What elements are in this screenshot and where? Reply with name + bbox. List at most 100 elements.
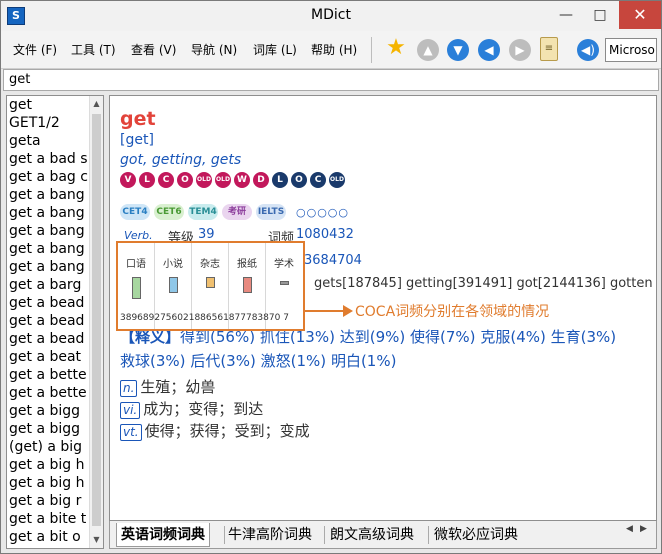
definition-percent: (1%) (360, 352, 397, 370)
coca-caption: COCA词频分别在各领域的情况 (355, 301, 550, 321)
dictionary-badge[interactable]: OLD (196, 172, 212, 188)
definition-word[interactable]: 后代 (190, 352, 220, 370)
arrow-up-gray-icon[interactable]: ▲ (417, 39, 439, 61)
tab-divider (428, 526, 429, 544)
dictionary-badge[interactable]: OLD (215, 172, 231, 188)
dictionary-badge[interactable]: C (310, 172, 326, 188)
word-list-scrollbar[interactable]: ▲ ▼ (89, 96, 103, 548)
definition-word[interactable]: 达到 (340, 328, 370, 346)
maximize-icon[interactable]: □ (583, 1, 617, 29)
coca-domain-bar (132, 277, 141, 299)
exam-tag: CET6 (154, 204, 184, 220)
tab-next-icon[interactable]: ▶ (640, 524, 647, 534)
tab-divider (324, 526, 325, 544)
definition-word[interactable]: 救球 (120, 352, 150, 370)
coca-domain-label: 口语 (126, 259, 146, 270)
pos-tag: vt. (120, 424, 142, 441)
toolbar-separator (371, 37, 372, 63)
frequency-value: 1080432 (296, 227, 354, 242)
exam-tag: IELTS (256, 204, 286, 220)
rank-value: 39 (198, 227, 215, 242)
dictionary-badge[interactable]: C (158, 172, 174, 188)
mdict-window: S MDict — □ ✕ 文件 (F) 工具 (T) 查看 (V) 导航 (N… (0, 0, 662, 554)
dictionary-badge[interactable]: W (234, 172, 250, 188)
coca-domain-bar (169, 277, 178, 293)
definition-word[interactable]: 生育 (551, 328, 581, 346)
coca-domain-bar (206, 277, 215, 288)
dictionary-badge[interactable]: O (177, 172, 193, 188)
dictionary-badge[interactable]: L (139, 172, 155, 188)
definition-word[interactable]: 激怒 (261, 352, 291, 370)
arrow-down-icon[interactable]: ▼ (447, 39, 469, 61)
dictionary-tabs: 英语词频词典 牛津高阶词典 朗文高级词典 微软必应词典 ◀ ▶ (109, 521, 657, 549)
coca-number-row: 3896892756021886561877783870 7 (120, 313, 289, 323)
speaker-icon[interactable]: ◀) (577, 39, 599, 61)
secondary-frequency: 3684704 (304, 253, 362, 268)
definition-percent: (3%) (150, 352, 186, 370)
exam-tag: 考研 (222, 204, 252, 220)
dictionary-badge[interactable]: V (120, 172, 136, 188)
sense-text: 生殖；幼兽 (140, 378, 216, 396)
menu-help[interactable]: 帮助 (H) (311, 41, 357, 58)
menu-library[interactable]: 词库 (L) (253, 41, 297, 58)
dictionary-badge[interactable]: L (272, 172, 288, 188)
clipboard-icon[interactable]: ≡ (540, 37, 558, 61)
tab-frequency-dict[interactable]: 英语词频词典 (116, 523, 210, 547)
coca-domain-label: 杂志 (200, 259, 220, 270)
coca-domain-chart: 口语 小说 杂志 报纸 学术 3896892756021886561877783870 7 (116, 241, 305, 331)
minimize-icon[interactable]: — (549, 1, 583, 29)
pos-tag: vi. (120, 402, 141, 419)
star-rating: ○○○○○ (296, 206, 349, 219)
menu-view[interactable]: 查看 (V) (131, 41, 176, 58)
scroll-thumb[interactable] (92, 114, 101, 526)
definition-word[interactable]: 克服 (480, 328, 510, 346)
menu-bar: 文件 (F) 工具 (T) 查看 (V) 导航 (N) 词库 (L) 帮助 (H… (1, 31, 661, 69)
coca-domain-label: 小说 (163, 259, 183, 270)
sense-text: 成为；变得；到达 (143, 400, 264, 418)
coca-arrow-head (343, 305, 353, 317)
arrow-left-icon[interactable]: ◀ (478, 39, 500, 61)
coca-domain-bar (243, 277, 252, 293)
arrow-right-gray-icon[interactable]: ▶ (509, 39, 531, 61)
exam-tag: CET4 (120, 204, 150, 220)
exam-tag: TEM4 (188, 204, 218, 220)
dictionary-badge[interactable]: O (291, 172, 307, 188)
pos-tag: n. (120, 380, 138, 397)
definition-percent: (3%) (580, 328, 617, 346)
coca-domain-bar (280, 281, 289, 285)
sense-row: vi. 成为；变得；到达 (120, 398, 263, 419)
menu-navigate[interactable]: 导航 (N) (191, 41, 237, 58)
search-input[interactable]: get (3, 69, 659, 91)
headword: get (120, 108, 156, 130)
definition-percent: (3%) (220, 352, 256, 370)
word-list: get GET1/2 geta get a bad s get a bag c get a… (6, 95, 104, 549)
definition-word[interactable]: 使得 (410, 328, 440, 346)
sense-text: 使得；获得；受到；变成 (144, 422, 310, 440)
scroll-up-icon[interactable]: ▲ (90, 96, 103, 112)
definition-percent: (1%) (290, 352, 327, 370)
menu-file[interactable]: 文件 (F) (13, 41, 57, 58)
favorite-star-icon[interactable]: ★ (385, 37, 407, 59)
scroll-down-icon[interactable]: ▼ (90, 532, 103, 548)
title-bar: S MDict — □ ✕ (1, 1, 661, 31)
tab-prev-icon[interactable]: ◀ (626, 524, 633, 534)
definition-percent: (4%) (510, 328, 546, 346)
sense-row: vt. 使得；获得；受到；变成 (120, 420, 310, 441)
tab-oxford-dict[interactable]: 牛津高阶词典 (224, 523, 316, 547)
dictionary-badge[interactable]: OLD (329, 172, 345, 188)
definition-line-2: 救球(3%) 后代(3%) 激怒(1%) 明白(1%) (120, 350, 396, 371)
tab-bing-dict[interactable]: 微软必应词典 (430, 523, 522, 547)
dictionary-badge[interactable]: D (253, 172, 269, 188)
sense-row: n. 生殖；幼兽 (120, 376, 215, 397)
tab-longman-dict[interactable]: 朗文高级词典 (326, 523, 418, 547)
close-icon[interactable]: ✕ (619, 1, 661, 29)
voice-select[interactable]: Microso (605, 38, 657, 62)
coca-domain-label: 学术 (274, 259, 294, 270)
coca-domain-label: 报纸 (237, 259, 257, 270)
menu-tools[interactable]: 工具 (T) (71, 41, 116, 58)
inflections: got, getting, gets (120, 152, 242, 168)
definition-word[interactable]: 明白 (331, 352, 361, 370)
word-forms: gets[187845] getting[391491] got[2144136… (314, 276, 653, 291)
definition-percent: (7%) (440, 328, 476, 346)
definition-percent: (9%) (369, 328, 406, 346)
